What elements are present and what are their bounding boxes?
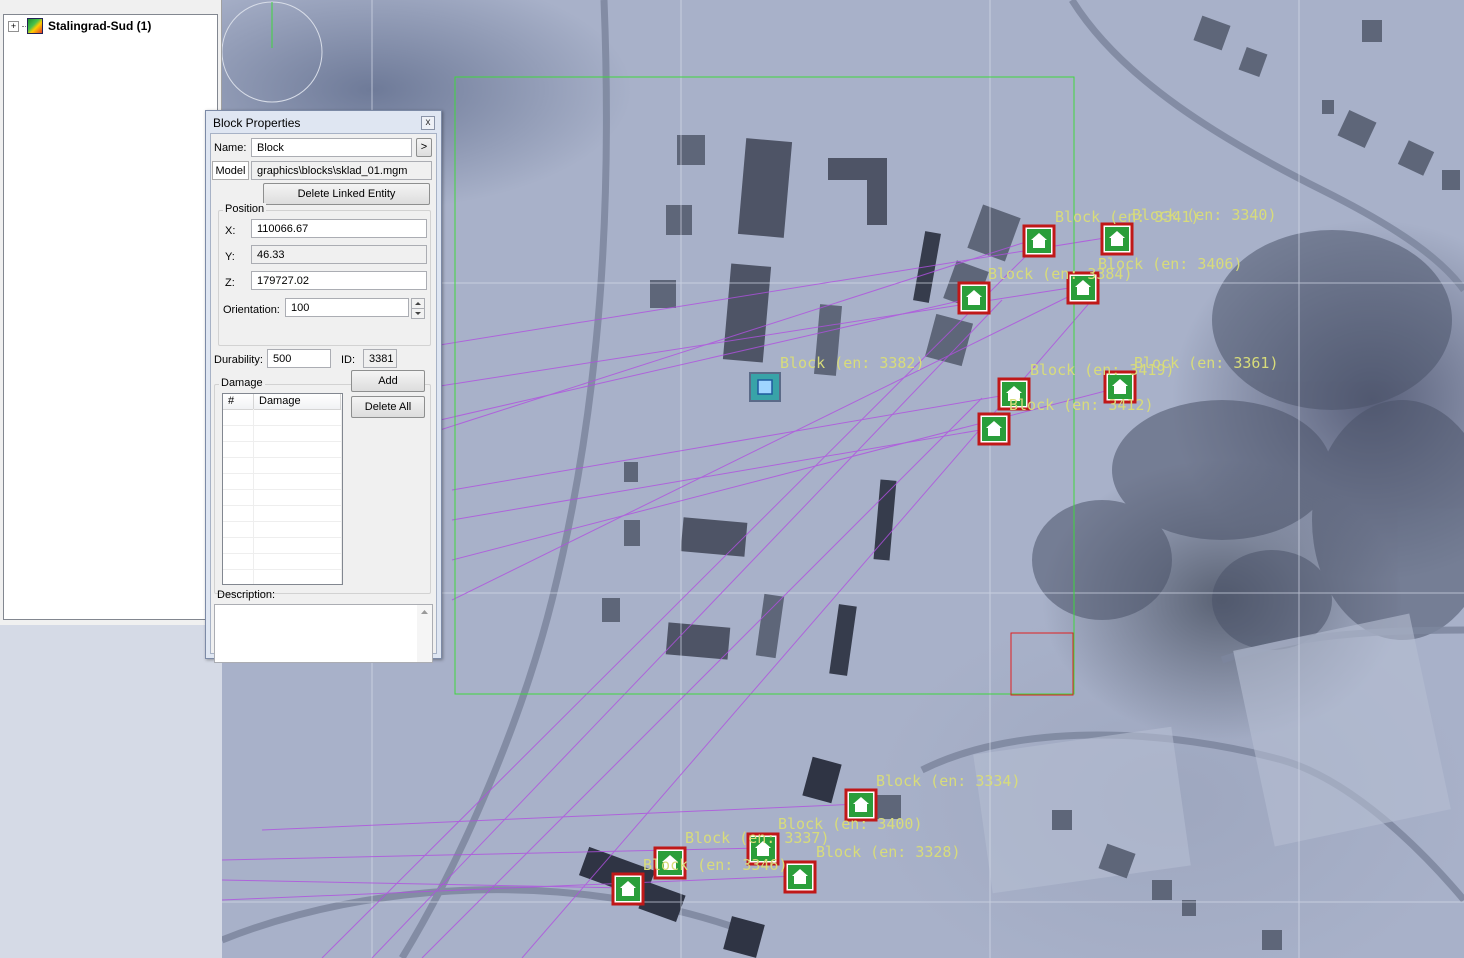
y-label: Y: [225,251,235,263]
add-damage-button[interactable]: Add [351,370,425,392]
x-label: X: [225,225,236,237]
selected-block-marker[interactable] [749,372,781,402]
close-icon[interactable]: x [421,116,435,130]
table-row-line [223,537,342,538]
dialog-title-bar[interactable]: Block Properties x [206,111,441,133]
x-input[interactable]: 110066.67 [251,219,427,238]
delete-linked-entity-button[interactable]: Delete Linked Entity [263,183,430,205]
selected-block-label: Block (en: 3382) [780,354,925,372]
table-row-line [223,489,342,490]
block-marker[interactable] [1022,224,1056,258]
description-textarea[interactable] [214,604,433,663]
table-column-divider [253,409,254,584]
table-row-line [223,457,342,458]
position-group-title: Position [223,203,267,215]
name-pick-button[interactable]: > [416,138,432,157]
orientation-input[interactable]: 100 [285,298,409,317]
name-input[interactable]: Block [251,138,412,157]
z-input[interactable]: 179727.02 [251,271,427,290]
table-row-line [223,425,342,426]
block-label: Block (en: 3346) [643,856,788,874]
damage-table-header: # Damage [223,394,342,410]
block-marker[interactable] [611,872,645,906]
id-label: ID: [341,354,356,366]
table-row-line [223,521,342,522]
block-label: Block (en: 3406) [1098,255,1243,273]
model-button[interactable]: Model [212,161,249,180]
block-label: Block (en: 3340) [1132,206,1277,224]
block-label: Block (en: 3412) [1009,396,1154,414]
field-patches [973,613,1451,894]
table-row-line [223,473,342,474]
position-group: Position X: 110066.67 Y: 46.33 Z: 179727… [218,203,431,346]
id-field: 3381 [363,349,397,368]
tree-connector [22,25,26,27]
block-label: Block (en: 3361) [1134,354,1279,372]
delete-all-button[interactable]: Delete All [351,396,425,418]
block-label: Block (en: 3337) [685,829,830,847]
orientation-spinner-icon[interactable] [411,298,425,319]
block-marker[interactable] [1100,222,1134,256]
block-label: Block (en: 3328) [816,843,961,861]
map-icon [27,18,43,34]
durability-input[interactable]: 500 [267,349,331,368]
model-path-field[interactable]: graphics\blocks\sklad_01.mgm [251,161,432,180]
expand-icon[interactable]: + [8,20,19,32]
damage-group-title: Damage [219,377,265,389]
dialog-body: Name: Block > Model graphics\blocks\skla… [210,133,437,663]
red-box [1010,632,1074,696]
scene-tree[interactable]: + Stalingrad-Sud (1) [3,14,218,620]
column-header-number[interactable]: # [223,394,254,409]
table-column-divider [341,409,342,584]
table-row-line [223,505,342,506]
compass-icon [222,1,323,103]
table-row-line [223,441,342,442]
description-scrollbar[interactable] [417,605,432,662]
tree-node-root[interactable]: + Stalingrad-Sud (1) [8,18,151,34]
name-label: Name: [214,142,247,154]
table-row-line [223,553,342,554]
table-row-line [223,569,342,570]
y-field[interactable]: 46.33 [251,245,427,264]
block-properties-dialog: Block Properties x Name: Block > Model g… [205,110,442,663]
z-label: Z: [225,277,235,289]
empty-panel-area [0,625,221,958]
tree-node-label[interactable]: Stalingrad-Sud (1) [48,19,151,33]
description-label: Description: [217,589,276,601]
block-marker[interactable] [957,281,991,315]
column-header-damage[interactable]: Damage [254,394,341,409]
orientation-label: Orientation: [223,304,280,316]
block-label: Block (en: 3334) [876,772,1021,790]
scene-tree-panel: + Stalingrad-Sud (1) [0,0,222,625]
damage-table[interactable]: # Damage [222,393,343,585]
dialog-title: Block Properties [213,116,301,130]
durability-label: Durability: [214,354,263,366]
block-marker[interactable] [977,412,1011,446]
block-marker[interactable] [783,860,817,894]
